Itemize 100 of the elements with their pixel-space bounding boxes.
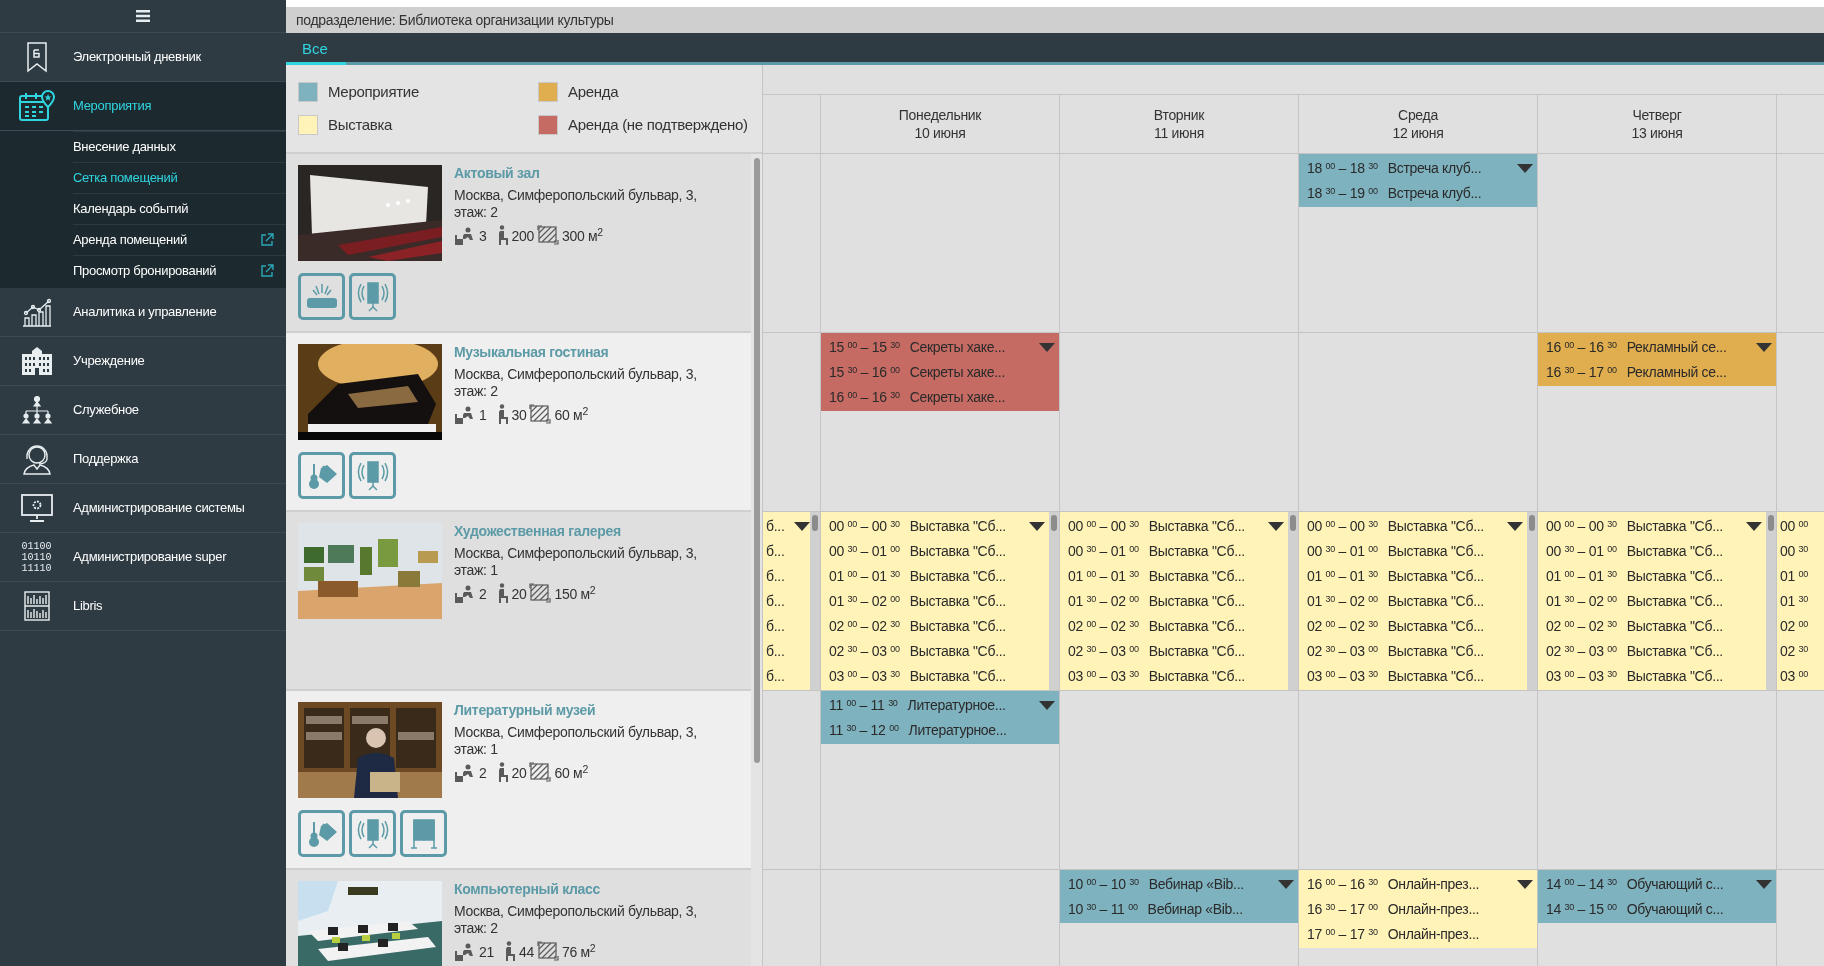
scrollbar[interactable] xyxy=(1288,512,1298,690)
sidebar-item[interactable]: Администрирование системы xyxy=(0,484,286,533)
event-title[interactable]: б... xyxy=(766,566,785,587)
event-title[interactable]: Рекламный се... xyxy=(1626,337,1727,358)
event-title[interactable]: Выставка "Сб... xyxy=(909,591,1006,612)
event-block[interactable]: 10 $^{00}$ – 10 $^{30}$ Вебинар «Bib... 10 $^{30}$ – 11 $^{00}$ Вебинар «Bib... xyxy=(1060,870,1298,923)
event-title[interactable]: Литературное... xyxy=(907,695,1006,716)
dropdown-caret-icon[interactable] xyxy=(1517,163,1533,174)
scrollbar[interactable] xyxy=(1527,512,1537,690)
event-block[interactable]: 18 $^{00}$ – 18 $^{30}$ Встреча клуб... 18 $^{30}$ – 19 $^{00}$ Встреча клуб... xyxy=(1299,154,1537,207)
event-title[interactable]: Выставка "Сб... xyxy=(1387,616,1484,637)
event-title[interactable]: Выставка "Сб... xyxy=(1626,566,1723,587)
event-title[interactable]: Онлайн-през... xyxy=(1387,899,1480,920)
scrollbar[interactable] xyxy=(751,154,762,966)
submenu-item[interactable]: Просмотр бронирований xyxy=(73,255,286,286)
event-time: 15 $^{30}$ – 16 $^{00}$ xyxy=(829,363,900,382)
menu-icon[interactable] xyxy=(136,10,150,22)
event-title[interactable]: Выставка "Сб... xyxy=(1387,566,1484,587)
event-title[interactable]: Онлайн-през... xyxy=(1387,874,1480,895)
event-title[interactable]: Выставка "Сб... xyxy=(1387,591,1484,612)
event-block[interactable] xyxy=(1538,512,1766,690)
scrollbar[interactable] xyxy=(810,512,820,690)
event-title[interactable]: Выставка "Сб... xyxy=(909,541,1006,562)
event-title[interactable]: Выставка "Сб... xyxy=(909,616,1006,637)
sidebar-item[interactable]: Поддержка xyxy=(0,435,286,484)
equipment-button[interactable] xyxy=(349,452,396,499)
dropdown-caret-icon[interactable] xyxy=(1039,700,1055,711)
event-title[interactable]: б... xyxy=(766,641,785,662)
event-title[interactable]: б... xyxy=(766,616,785,637)
event-title[interactable]: б... xyxy=(766,666,785,687)
dropdown-caret-icon[interactable] xyxy=(1507,521,1523,532)
equipment-button[interactable] xyxy=(298,810,345,857)
event-title[interactable]: Выставка "Сб... xyxy=(909,666,1006,687)
event-title[interactable]: Секреты хаке... xyxy=(909,362,1005,383)
equipment-button[interactable] xyxy=(400,810,447,857)
event-block[interactable]: 16 $^{00}$ – 16 $^{30}$ Онлайн-през... 16 $^{30}$ – 17 $^{00}$ Онлайн-през... 17 $^{00}$ – 17 $^{30}$ Онлайн-през... xyxy=(1299,870,1537,948)
event-title[interactable]: Выставка "Сб... xyxy=(1387,541,1484,562)
external-link-icon[interactable] xyxy=(260,233,274,247)
equipment-button[interactable] xyxy=(349,810,396,857)
event-title[interactable]: Выставка "Сб... xyxy=(1387,516,1484,537)
equipment-button[interactable] xyxy=(298,452,345,499)
event-block[interactable] xyxy=(1299,512,1527,690)
event-title[interactable]: б... xyxy=(766,541,785,562)
event-block[interactable]: 16 $^{00}$ – 16 $^{30}$ Рекламный се... 16 $^{30}$ – 17 $^{00}$ Рекламный се... xyxy=(1538,333,1776,386)
event-title[interactable]: Обучающий с... xyxy=(1626,874,1724,895)
event-title[interactable]: Выставка "Сб... xyxy=(909,641,1006,662)
event-title[interactable]: Выставка "Сб... xyxy=(1626,666,1723,687)
event-title[interactable]: Выставка "Сб... xyxy=(909,516,1006,537)
event-title[interactable]: Литературное... xyxy=(908,720,1007,741)
submenu-item[interactable]: Аренда помещений xyxy=(73,224,286,255)
scrollbar[interactable] xyxy=(1049,512,1059,690)
event-title[interactable]: Выставка "Сб... xyxy=(1387,666,1484,687)
event-title[interactable]: Секреты хаке... xyxy=(909,337,1005,358)
sidebar-item[interactable]: Учреждение xyxy=(0,337,286,386)
event-title[interactable]: Выставка "Сб... xyxy=(1626,541,1723,562)
dropdown-caret-icon[interactable] xyxy=(1029,521,1045,532)
event-title[interactable]: Выставка "Сб... xyxy=(1148,616,1245,637)
event-title[interactable]: Выставка "Сб... xyxy=(1148,641,1245,662)
event-block[interactable]: б... б... б... б... б... б... б... xyxy=(763,512,810,690)
event-title[interactable]: Выставка "Сб... xyxy=(1387,641,1484,662)
dropdown-caret-icon[interactable] xyxy=(1517,879,1533,890)
event-title[interactable]: Обучающий с... xyxy=(1626,899,1724,920)
event-title[interactable]: Выставка "Сб... xyxy=(1626,641,1723,662)
dropdown-caret-icon[interactable] xyxy=(1756,342,1772,353)
event-title[interactable]: Выставка "Сб... xyxy=(1148,666,1245,687)
external-link-icon[interactable] xyxy=(260,264,274,278)
event-block[interactable] xyxy=(1060,512,1288,690)
event-time: 01 $^{00}$ – 01 $^{30}$ xyxy=(1068,567,1139,586)
scrollbar[interactable] xyxy=(1766,512,1776,690)
event-title[interactable]: б... xyxy=(766,516,785,537)
event-title[interactable]: Выставка "Сб... xyxy=(1626,516,1723,537)
dropdown-caret-icon[interactable] xyxy=(1746,521,1762,532)
event-title[interactable]: б... xyxy=(766,591,785,612)
event-title[interactable]: Онлайн-през... xyxy=(1387,924,1480,945)
event-title[interactable]: Выставка "Сб... xyxy=(1148,516,1245,537)
sidebar-item[interactable]: Аналитика и управление xyxy=(0,288,286,337)
event-title[interactable]: Вебинар «Bib... xyxy=(1147,899,1243,920)
dropdown-caret-icon[interactable] xyxy=(794,521,810,532)
event-title[interactable]: Выставка "Сб... xyxy=(1148,541,1245,562)
event-title[interactable]: Выставка "Сб... xyxy=(1148,591,1245,612)
event-block[interactable]: 15 $^{00}$ – 15 $^{30}$ Секреты хаке... 15 $^{30}$ – 16 $^{00}$ Секреты хаке... 16 $^{00}$ – 16 $^{30}$ Секреты хаке... xyxy=(821,333,1059,411)
event-block[interactable] xyxy=(821,512,1049,690)
dropdown-caret-icon[interactable] xyxy=(1268,521,1284,532)
event-title[interactable]: Секреты хаке... xyxy=(909,387,1005,408)
event-title[interactable]: Выставка "Сб... xyxy=(909,566,1006,587)
event-block[interactable]: 11 $^{00}$ – 11 $^{30}$ Литературное... 11 $^{30}$ – 12 $^{00}$ Литературное... xyxy=(821,691,1059,744)
event-block[interactable]: 14 $^{00}$ – 14 $^{30}$ Обучающий с... 14 $^{30}$ – 15 $^{00}$ Обучающий с... xyxy=(1538,870,1776,923)
seated-person-icon xyxy=(496,762,509,782)
dropdown-caret-icon[interactable] xyxy=(1278,879,1294,890)
event-title[interactable]: Выставка "Сб... xyxy=(1626,591,1723,612)
event-title[interactable]: Встреча клуб... xyxy=(1387,183,1482,204)
sidebar-item[interactable]: Служебное xyxy=(0,386,286,435)
event-title[interactable]: Рекламный се... xyxy=(1626,362,1727,383)
dropdown-caret-icon[interactable] xyxy=(1756,879,1772,890)
event-title[interactable]: Вебинар «Bib... xyxy=(1148,874,1244,895)
event-title[interactable]: Встреча клуб... xyxy=(1387,158,1482,179)
event-block[interactable]: 00 $^{00}$ 00 $^{30}$ 01 $^{00}$ 01 $^{30}$ 02 $^{00}$ 02 $^{30}$ 03 $^{00}$ xyxy=(1777,512,1824,690)
event-title[interactable]: Выставка "Сб... xyxy=(1626,616,1723,637)
sidebar-item[interactable]: Libris xyxy=(0,582,286,631)
event-title[interactable]: Выставка "Сб... xyxy=(1148,566,1245,587)
